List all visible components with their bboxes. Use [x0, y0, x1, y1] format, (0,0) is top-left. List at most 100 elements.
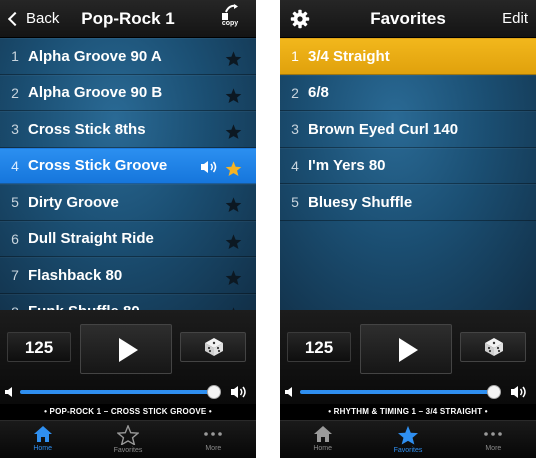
star-icon[interactable]	[225, 160, 242, 177]
copy-icon	[222, 4, 238, 20]
volume-track	[20, 390, 214, 394]
row-title: Alpha Groove 90 B	[28, 84, 163, 102]
back-label: Back	[26, 10, 60, 27]
play-button[interactable]	[80, 324, 172, 374]
random-button[interactable]	[180, 332, 246, 362]
list-item[interactable]: 2 6/8	[280, 74, 536, 111]
tab-bar: Home Favorites More	[280, 420, 536, 458]
list-item[interactable]: 1 Alpha Groove 90 A	[0, 38, 256, 75]
play-icon	[119, 338, 138, 362]
star-icon[interactable]	[225, 233, 242, 250]
tab-more[interactable]: More	[171, 421, 256, 458]
volume-slider[interactable]	[0, 382, 256, 402]
edit-button[interactable]: Edit	[502, 0, 528, 38]
row-title: 3/4 Straight	[308, 47, 390, 65]
list-item[interactable]: 1 3/4 Straight	[280, 38, 536, 75]
star-icon[interactable]	[225, 87, 242, 104]
dice-icon	[205, 338, 223, 356]
tab-home[interactable]: Home	[280, 421, 365, 458]
row-title: Dull Straight Ride	[28, 230, 154, 248]
copy-label: copy	[221, 20, 239, 27]
list-item[interactable]: 3 Brown Eyed Curl 140	[280, 111, 536, 148]
favorites-list: 1 3/4 Straight 2 6/8 3 Brown Eyed Curl 140 4 I'…	[280, 38, 536, 310]
tab-favorites[interactable]: Favorites	[85, 421, 170, 458]
dice-icon	[485, 338, 503, 356]
star-icon[interactable]	[225, 269, 242, 286]
play-icon	[399, 338, 418, 362]
list-item[interactable]: 4 Cross Stick Groove	[0, 147, 256, 184]
star-icon[interactable]	[225, 50, 242, 67]
more-icon	[484, 432, 503, 436]
row-title: Flashback 80	[28, 266, 123, 284]
tab-label: Home	[33, 445, 52, 452]
player-controls: 125	[280, 310, 536, 404]
speaker-low-icon	[285, 387, 292, 397]
row-number: 1	[11, 48, 19, 65]
tab-favorites[interactable]: Favorites	[365, 421, 450, 458]
row-number: 2	[11, 84, 19, 101]
list-item[interactable]: 4 I'm Yers 80	[280, 147, 536, 184]
volume-knob[interactable]	[487, 385, 501, 399]
tab-label: Favorites	[393, 447, 423, 454]
star-icon[interactable]	[225, 196, 242, 213]
home-icon	[33, 426, 52, 442]
more-icon	[204, 432, 223, 436]
row-number: 4	[291, 157, 299, 174]
list-item[interactable]: 8Funk Shuffle 80	[0, 293, 256, 310]
star-outline-icon	[116, 425, 139, 445]
row-title: Cross Stick Groove	[28, 157, 168, 175]
tab-label: More	[205, 445, 222, 452]
row-title: Alpha Groove 90 A	[28, 47, 162, 65]
favorites-screen: Favorites Edit 1 3/4 Straight 2 6/8 3 Brown E…	[280, 0, 536, 458]
row-number: 1	[291, 48, 299, 65]
tab-label: Home	[313, 445, 332, 452]
row-title: Funk Shuffle 80	[28, 303, 140, 310]
copy-button[interactable]: copy	[218, 4, 242, 34]
tab-label: More	[485, 445, 502, 452]
nav-bar: Pop-Rock 1 Back copy	[0, 0, 256, 38]
player-controls: 125	[0, 310, 256, 404]
speaker-high-icon	[511, 386, 526, 398]
now-playing-label: • RHYTHM & TIMING 1 – 3/4 STRAIGHT •	[280, 404, 536, 420]
tab-label: Favorites	[113, 447, 143, 454]
groove-list: 1 Alpha Groove 90 A 2 Alpha Groove 90 B 3 Cro…	[0, 38, 256, 310]
screenshot-root: Pop-Rock 1 Back copy 1 Alpha Groove 90 A 2…	[0, 0, 538, 458]
list-item[interactable]: 5 Bluesy Shuffle	[280, 184, 536, 221]
nav-bar: Favorites Edit	[280, 0, 536, 38]
row-number: 3	[11, 121, 19, 138]
play-button[interactable]	[360, 324, 452, 374]
row-number: 2	[291, 84, 299, 101]
row-title: I'm Yers 80	[308, 157, 386, 175]
star-icon[interactable]	[225, 123, 242, 140]
volume-knob[interactable]	[207, 385, 221, 399]
tempo-display[interactable]: 125	[287, 332, 351, 362]
tab-bar: Home Favorites More	[0, 420, 256, 458]
back-button[interactable]: Back	[4, 0, 59, 38]
now-playing-label: • POP-ROCK 1 – CROSS STICK GROOVE •	[0, 404, 256, 420]
row-number: 5	[11, 194, 19, 211]
row-title: Dirty Groove	[28, 193, 119, 211]
list-item[interactable]: 6 Dull Straight Ride	[0, 220, 256, 257]
home-icon	[313, 426, 332, 442]
volume-slider[interactable]	[280, 382, 536, 402]
list-item[interactable]: 3 Cross Stick 8ths	[0, 111, 256, 148]
tab-more[interactable]: More	[451, 421, 536, 458]
speaker-playing-icon	[201, 160, 217, 173]
random-button[interactable]	[460, 332, 526, 362]
gear-icon[interactable]	[290, 9, 310, 29]
row-title: Cross Stick 8ths	[28, 120, 146, 138]
tempo-display[interactable]: 125	[7, 332, 71, 362]
speaker-low-icon	[5, 387, 12, 397]
row-number: 4	[11, 157, 19, 174]
speaker-high-icon	[231, 386, 246, 398]
list-item[interactable]: 5 Dirty Groove	[0, 184, 256, 221]
row-number: 6	[11, 230, 19, 247]
volume-track	[300, 390, 494, 394]
groove-list-screen: Pop-Rock 1 Back copy 1 Alpha Groove 90 A 2…	[0, 0, 256, 458]
list-item[interactable]: 7 Flashback 80	[0, 257, 256, 294]
tab-home[interactable]: Home	[0, 421, 85, 458]
row-title: Brown Eyed Curl 140	[308, 120, 459, 138]
row-title: 6/8	[308, 84, 329, 102]
star-icon	[397, 425, 418, 445]
list-item[interactable]: 2 Alpha Groove 90 B	[0, 74, 256, 111]
